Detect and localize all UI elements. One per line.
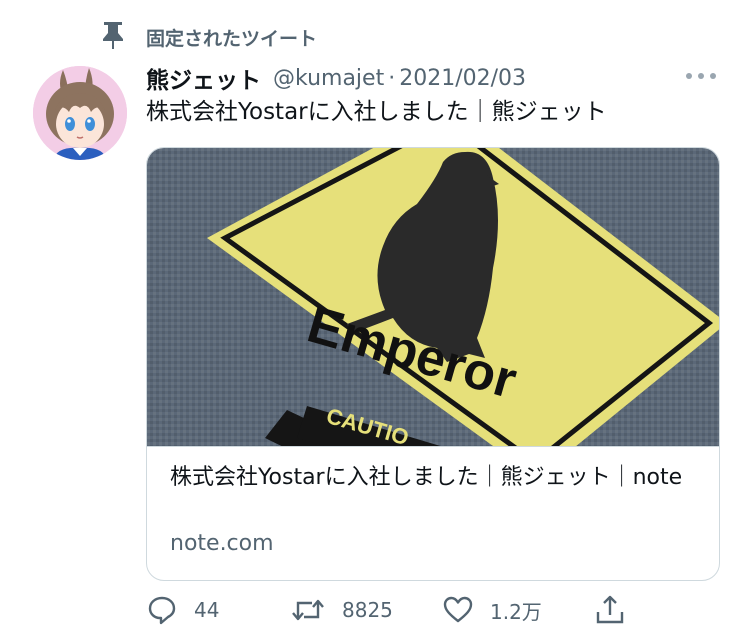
user-handle[interactable]: @kumajet <box>273 66 384 91</box>
share-button[interactable] <box>594 592 626 628</box>
like-count: 1.2万 <box>490 599 542 624</box>
more-icon[interactable] <box>686 66 716 86</box>
share-icon <box>594 594 626 626</box>
display-name[interactable]: 熊ジェット <box>146 61 261 95</box>
separator-dot: · <box>388 65 396 91</box>
card-title: 株式会社Yostarに入社しました｜熊ジェット｜note <box>170 465 683 490</box>
tweet-actions: 44 8825 1.2万 <box>146 592 746 632</box>
retweet-icon <box>290 594 326 626</box>
tweet-text: 株式会社Yostarに入社しました｜熊ジェット <box>146 99 607 125</box>
pinned-indicator: 固定されたツイート <box>100 18 317 52</box>
reply-button[interactable]: 44 <box>146 592 219 628</box>
reply-count: 44 <box>194 598 220 622</box>
like-button[interactable]: 1.2万 <box>442 592 542 628</box>
retweet-button[interactable]: 8825 <box>290 592 393 628</box>
card-info[interactable]: 株式会社Yostarに入社しました｜熊ジェット｜note note.com <box>147 446 719 580</box>
card-domain: note.com <box>170 531 274 556</box>
pin-icon <box>100 20 126 50</box>
link-card[interactable]: Emperor CAUTIO 株式会社Yostarに入社しました｜熊ジェット｜n… <box>146 147 720 581</box>
card-image[interactable]: Emperor CAUTIO <box>147 148 719 446</box>
tweet-date[interactable]: 2021/02/03 <box>399 66 526 91</box>
heart-icon <box>442 594 474 626</box>
tweet-header: 熊ジェット @kumajet · 2021/02/03 <box>146 60 526 96</box>
avatar[interactable] <box>33 66 127 160</box>
reply-icon <box>146 594 178 626</box>
pinned-label: 固定されたツイート <box>146 28 318 50</box>
retweet-count: 8825 <box>342 598 393 622</box>
